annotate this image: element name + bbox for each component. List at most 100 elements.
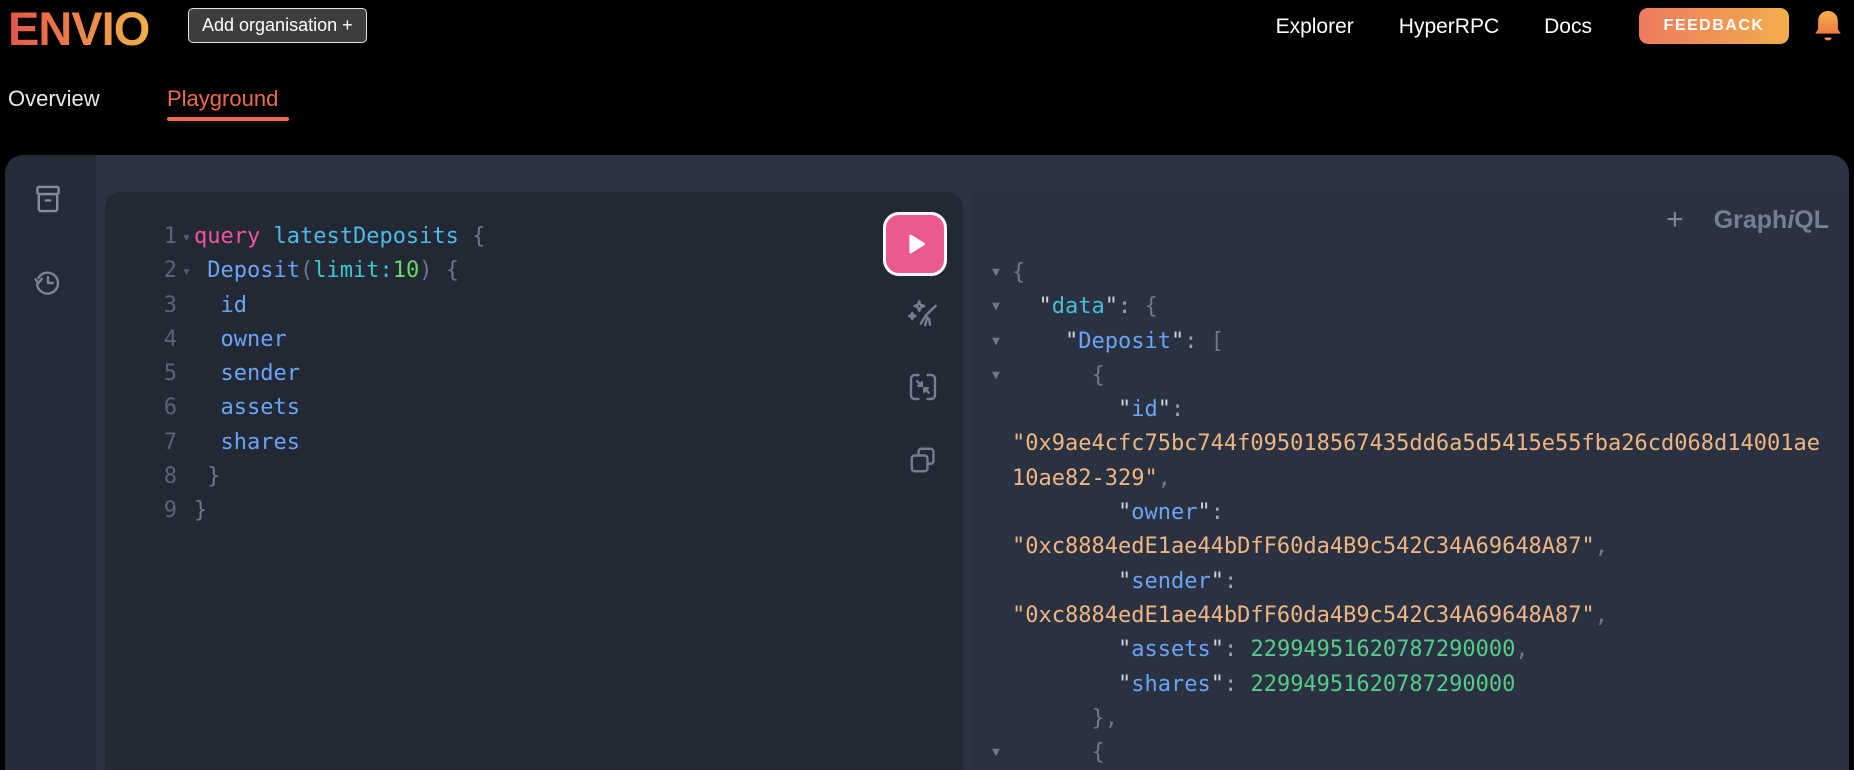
line-number: 1: [163, 224, 177, 249]
response-json-line: },: [972, 702, 1849, 736]
response-json-line: "owner":: [972, 496, 1849, 530]
fold-gutter: [992, 496, 1012, 530]
tab-overview[interactable]: Overview: [8, 86, 100, 112]
code-token: owner: [1131, 500, 1198, 526]
execute-query-button[interactable]: [883, 212, 947, 276]
code-text: "id":: [1012, 393, 1184, 427]
code-text: query latestDeposits {: [194, 220, 485, 254]
code-token: Deposit: [207, 258, 300, 284]
code-text: "Deposit": [: [1012, 325, 1224, 359]
fold-gutter: [992, 565, 1012, 599]
code-token: ": [1117, 637, 1132, 663]
prettify-sparkle-broom-icon[interactable]: [905, 296, 941, 332]
editor-code-line[interactable]: 6 assets: [105, 391, 963, 425]
code-token: 10: [392, 258, 420, 284]
code-text: "0x9ae4cfc75bc744f095018567435dd6a5d5415…: [1012, 427, 1820, 461]
code-token: :: [1117, 294, 1145, 320]
notification-bell-icon[interactable]: [1812, 8, 1844, 46]
docs-icon[interactable]: [31, 182, 65, 216]
code-token: data: [1051, 294, 1105, 320]
code-text: "owner":: [1012, 496, 1224, 530]
response-json-line: "assets": 22994951620787290000,: [972, 633, 1849, 667]
response-json-line: "0xc8884edE1ae44bDfF60da4B9c542C34A69648…: [972, 530, 1849, 564]
query-editor-panel: 1 ▾ query latestDeposits {2 ▾ Deposit(limit…: [105, 192, 963, 770]
code-token: :: [1223, 637, 1251, 663]
feedback-button[interactable]: FEEDBACK: [1639, 8, 1789, 44]
fold-gutter: [177, 426, 194, 460]
code-text: id: [194, 289, 248, 323]
code-token: id: [1131, 397, 1158, 423]
code-token: (: [299, 258, 314, 284]
response-json-line: "sender":: [972, 565, 1849, 599]
fold-gutter: [177, 460, 194, 494]
line-number: 5: [163, 361, 177, 387]
code-token: [: [1210, 328, 1224, 354]
fold-gutter: [992, 427, 1012, 461]
editor-code-line[interactable]: 1 ▾ query latestDeposits {: [105, 220, 963, 254]
execute-play-icon: [909, 234, 925, 254]
nav-hyperrpc[interactable]: HyperRPC: [1399, 15, 1499, 39]
graphiql-app: 1 ▾ query latestDeposits {2 ▾ Deposit(limit…: [5, 155, 1849, 770]
graphiql-logo[interactable]: GraphiQL: [1714, 206, 1829, 235]
code-token: latestDeposits: [273, 224, 459, 249]
line-number: 7: [163, 429, 177, 455]
code-token: {: [445, 258, 459, 284]
collapse-toggle-icon[interactable]: ▼: [992, 359, 1012, 393]
editor-code-line[interactable]: 9}: [105, 494, 963, 528]
history-icon[interactable]: [31, 265, 65, 299]
code-token: ,: [1157, 465, 1171, 491]
editor-code-line[interactable]: 3 id: [105, 289, 963, 323]
add-tab-button[interactable]: +: [1666, 203, 1684, 237]
code-token: ": [1210, 637, 1224, 663]
code-token: :: [1210, 500, 1224, 526]
editor-code-line[interactable]: 4 owner: [105, 323, 963, 357]
fold-toggle-icon[interactable]: ▾: [177, 254, 194, 288]
graphiql-sidebar: [5, 155, 96, 770]
code-token: :: [1223, 568, 1238, 594]
code-token: :: [379, 258, 393, 284]
tab-playground[interactable]: Playground: [167, 86, 278, 112]
code-token: ": [1117, 568, 1132, 594]
editor-code-line[interactable]: 7 shares: [105, 426, 963, 460]
add-organisation-button[interactable]: Add organisation +: [188, 8, 367, 43]
code-token: }: [207, 464, 221, 490]
query-editor[interactable]: 1 ▾ query latestDeposits {2 ▾ Deposit(limit…: [105, 192, 963, 529]
editor-code-line[interactable]: 8 }: [105, 460, 963, 494]
nav-explorer[interactable]: Explorer: [1276, 15, 1354, 39]
code-text: "shares": 22994951620787290000: [1012, 668, 1515, 702]
code-token: ,: [1515, 637, 1529, 663]
collapse-toggle-icon[interactable]: ▼: [992, 325, 1012, 359]
collapse-toggle-icon[interactable]: ▼: [992, 256, 1012, 290]
response-panel: + GraphiQL ▼{▼ "data": {▼ "Deposit": [▼ …: [972, 192, 1849, 770]
code-token: {: [1091, 362, 1105, 388]
nav-docs[interactable]: Docs: [1544, 15, 1592, 39]
response-json-line: "shares": 22994951620787290000: [972, 668, 1849, 702]
code-token: ": [1210, 671, 1224, 697]
code-text: Deposit(limit:10) {: [194, 254, 459, 288]
line-number: 6: [163, 395, 177, 421]
editor-code-line[interactable]: 5 sender: [105, 357, 963, 391]
fold-toggle-icon[interactable]: ▾: [177, 220, 194, 254]
collapse-toggle-icon[interactable]: ▼: [992, 736, 1012, 770]
code-text: {: [1012, 359, 1105, 393]
code-token: ,: [1594, 534, 1609, 560]
editor-code-line[interactable]: 2 ▾ Deposit(limit:10) {: [105, 254, 963, 288]
code-token: limit: [313, 258, 380, 284]
code-token: ": [1038, 294, 1052, 320]
merge-fragments-icon[interactable]: [905, 369, 941, 405]
code-token: },: [1091, 705, 1118, 731]
copy-query-icon[interactable]: [905, 442, 941, 478]
fold-gutter: [992, 393, 1012, 427]
collapse-toggle-icon[interactable]: ▼: [992, 290, 1012, 324]
envio-logo[interactable]: ENVIO: [8, 1, 150, 56]
code-token: 22994951620787290000: [1250, 671, 1516, 697]
response-json-line: 10ae82-329",: [972, 462, 1849, 496]
